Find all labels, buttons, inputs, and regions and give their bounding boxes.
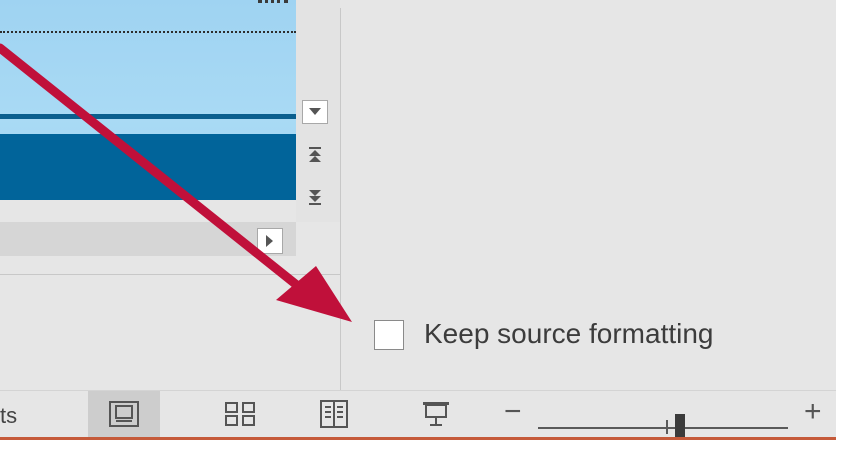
zoom-slider-track[interactable] (538, 427, 788, 429)
thumbnail-top-mark (258, 0, 288, 11)
accent-border (0, 437, 836, 440)
status-partial-text[interactable]: ts (0, 403, 17, 429)
scroll-right-button[interactable] (257, 228, 283, 254)
thumbnail-dotted-line (0, 31, 296, 33)
normal-view-button[interactable] (88, 391, 160, 437)
normal-view-icon (109, 401, 139, 427)
zoom-in-button[interactable]: + (804, 397, 822, 427)
vertical-divider (340, 8, 341, 390)
keep-source-formatting-checkbox[interactable] (374, 320, 404, 350)
horizontal-scrollbar[interactable] (0, 222, 296, 256)
slide-show-icon (423, 402, 449, 426)
slide-thumbnail[interactable] (0, 0, 296, 200)
slide-show-view-button[interactable] (400, 391, 472, 437)
triangle-right-icon (266, 235, 273, 247)
keep-source-formatting-label[interactable]: Keep source formatting (424, 318, 714, 350)
status-bar: ts − + (0, 390, 836, 440)
zoom-slider-center-tick (666, 420, 668, 434)
double-chevron-down-icon (309, 190, 321, 205)
thumbnail-divider-line (0, 114, 296, 119)
double-chevron-up-icon (309, 147, 321, 162)
next-slide-button[interactable] (302, 185, 328, 209)
dropdown-button[interactable] (302, 100, 328, 124)
previous-slide-button[interactable] (302, 143, 328, 167)
horizontal-divider (0, 274, 340, 275)
thumbnail-footer-band (0, 134, 296, 200)
reading-view-button[interactable] (298, 391, 370, 437)
triangle-down-icon (309, 108, 321, 115)
slide-sorter-view-button[interactable] (204, 391, 276, 437)
slide-sorter-icon (225, 402, 255, 426)
zoom-out-button[interactable]: − (504, 397, 522, 427)
insert-slide-dialog-region: Keep source formatting ts − + (0, 0, 836, 440)
reading-view-icon (320, 400, 348, 428)
